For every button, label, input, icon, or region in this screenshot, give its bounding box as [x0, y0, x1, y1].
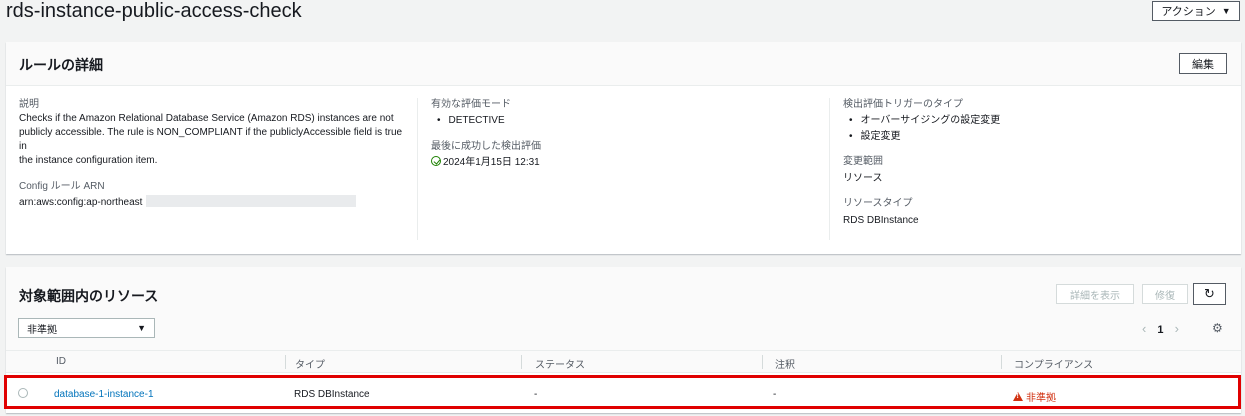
column-header-compliance[interactable]: コンプライアンス — [1014, 356, 1093, 371]
actions-dropdown-button[interactable]: アクション ▼ — [1152, 1, 1240, 21]
arn-value: arn:aws:config:ap-northeast — [19, 197, 143, 208]
eval-mode-value: DETECTIVE — [448, 115, 505, 126]
resource-type-value: RDS DBInstance — [843, 215, 919, 226]
column-header-id[interactable]: ID — [56, 356, 66, 367]
column-header-type[interactable]: タイプ — [295, 356, 325, 371]
last-success-label: 最後に成功した検出評価 — [431, 141, 541, 152]
description-line: publicly accessible. The rule is NON_COM… — [19, 127, 403, 152]
actions-button-label: アクション — [1161, 6, 1216, 18]
resource-type-label: リソースタイプ — [843, 198, 913, 209]
resource-type-cell: RDS DBInstance — [294, 389, 370, 400]
trigger-label: 検出評価トリガーのタイプ — [843, 99, 963, 110]
rule-details-column-3: 検出評価トリガーのタイプ • オーバーサイジングの設定変更 • 設定変更 変更範囲 … — [843, 98, 1233, 228]
redacted-block — [146, 195, 357, 207]
rule-details-panel: ルールの詳細 編集 説明 Checks if the Amazon Relati… — [6, 42, 1241, 254]
scope-value: リソース — [843, 173, 883, 184]
column-header-status[interactable]: ステータス — [535, 356, 585, 371]
remediate-button[interactable]: 修復 — [1142, 284, 1188, 304]
rule-details-title: ルールの詳細 — [19, 57, 103, 73]
scope-label: 変更範囲 — [843, 156, 883, 167]
column-separator — [521, 355, 522, 369]
last-success-value: 2024年1月15日 12:31 — [443, 157, 540, 168]
resources-title: 対象範囲内のリソース — [19, 288, 159, 304]
page-title: rds-instance-public-access-check — [6, 0, 302, 22]
warning-icon — [1013, 392, 1023, 401]
column-separator — [285, 355, 286, 369]
eval-mode-label: 有効な評価モード — [431, 99, 511, 110]
filter-value: 非準拠 — [27, 324, 57, 336]
arn-label: Config ルール ARN — [19, 181, 105, 192]
compliance-cell: 非準拠 — [1013, 389, 1056, 404]
trigger-item: 設定変更 — [860, 131, 901, 142]
bullet-icon: • — [849, 115, 853, 126]
compliance-filter-select[interactable]: 非準拠 ▼ — [18, 318, 155, 338]
refresh-button[interactable]: ↻ — [1193, 283, 1226, 305]
column-divider — [417, 98, 418, 240]
resources-panel: 対象範囲内のリソース 詳細を表示 修復 ↻ 非準拠 ▼ ‹ 1 › ⚙ ID タ… — [4, 267, 1241, 413]
resources-header: 対象範囲内のリソース 詳細を表示 修復 ↻ 非準拠 ▼ ‹ 1 › ⚙ — [6, 267, 1241, 351]
settings-gear-icon[interactable]: ⚙ — [1212, 321, 1223, 335]
trigger-item: オーバーサイジングの設定変更 — [860, 115, 1001, 126]
column-separator — [1001, 355, 1002, 369]
resource-annotation-cell: - — [773, 389, 777, 400]
prev-page-icon[interactable]: ‹ — [1142, 321, 1146, 336]
refresh-icon: ↻ — [1204, 286, 1215, 301]
rule-details-column-1: 説明 Checks if the Amazon Relational Datab… — [19, 98, 409, 210]
bullet-icon: • — [437, 115, 441, 126]
row-select-radio[interactable] — [18, 388, 28, 398]
column-separator — [762, 355, 763, 369]
next-page-icon[interactable]: › — [1175, 321, 1179, 336]
table-row[interactable]: database-1-instance-1 RDS DBInstance - -… — [4, 375, 1241, 409]
view-details-button[interactable]: 詳細を表示 — [1056, 284, 1134, 304]
resource-status-cell: - — [534, 389, 538, 400]
description-line: the instance configuration item. — [19, 155, 158, 166]
rule-details-header: ルールの詳細 編集 — [6, 42, 1241, 86]
caret-down-icon: ▼ — [137, 323, 146, 333]
success-check-icon — [431, 156, 441, 166]
edit-button[interactable]: 編集 — [1179, 53, 1227, 74]
description-line: Checks if the Amazon Relational Database… — [19, 113, 394, 124]
rule-details-column-2: 有効な評価モード • DETECTIVE 最後に成功した検出評価 2024年1月1… — [431, 98, 821, 170]
column-header-annotation[interactable]: 注釈 — [775, 356, 795, 371]
table-header: ID タイプ ステータス 注釈 コンプライアンス — [6, 351, 1241, 373]
caret-down-icon: ▼ — [1221, 6, 1231, 16]
resource-id-link[interactable]: database-1-instance-1 — [54, 389, 154, 400]
column-divider — [829, 98, 830, 240]
page-number[interactable]: 1 — [1157, 324, 1163, 336]
pagination: ‹ 1 › — [1142, 321, 1179, 336]
compliance-value: 非準拠 — [1026, 393, 1056, 404]
description-label: 説明 — [19, 99, 39, 110]
bullet-icon: • — [849, 131, 853, 142]
